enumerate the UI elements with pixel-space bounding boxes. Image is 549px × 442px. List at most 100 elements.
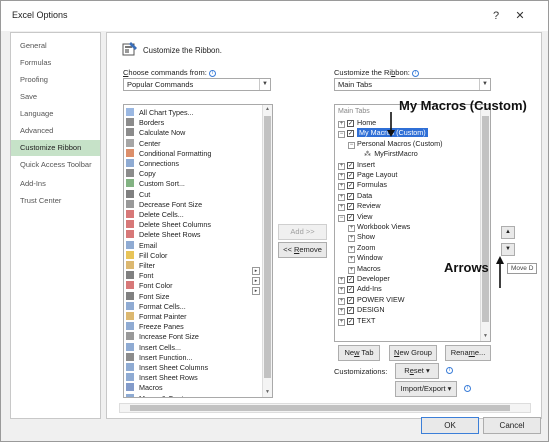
command-list-item[interactable]: Filter [126, 261, 155, 271]
tree-item[interactable]: + Window [348, 253, 383, 264]
tree-item[interactable]: + Macros [348, 264, 381, 274]
collapse-icon[interactable]: − [338, 131, 345, 139]
tab-checkbox[interactable]: ✓ [347, 161, 354, 169]
command-list-item[interactable]: Format Cells... [126, 301, 186, 312]
rename-button[interactable]: Rename... [445, 345, 491, 361]
expand-icon[interactable]: + [348, 235, 355, 243]
nav-item-advanced[interactable]: Advanced [11, 123, 100, 139]
close-button[interactable]: ✕ [509, 6, 531, 26]
tree-item[interactable]: + ✓ Formulas [338, 180, 387, 191]
commands-scrollbar[interactable]: ▲ ▼ [262, 105, 272, 397]
tree-item[interactable]: + ✓ POWER VIEW [338, 295, 405, 305]
command-list-item[interactable]: Font [126, 271, 153, 281]
nav-item-add-ins[interactable]: Add-Ins [11, 176, 100, 192]
command-list-item[interactable]: Borders [126, 118, 164, 128]
command-list-item[interactable]: Fill Color [126, 250, 167, 261]
customize-ribbon-dropdown[interactable]: Main Tabs ▼ [334, 78, 491, 91]
add-button[interactable]: Add >> [278, 224, 327, 240]
nav-item-formulas[interactable]: Formulas [11, 55, 100, 71]
reset-button[interactable]: Reset ▾ [395, 363, 439, 379]
command-list-item[interactable]: Insert Sheet Columns [126, 363, 208, 373]
scroll-thumb[interactable] [264, 116, 271, 378]
expand-icon[interactable]: + [338, 297, 345, 305]
tab-checkbox[interactable]: ✓ [347, 182, 354, 190]
tree-item[interactable]: + Zoom [348, 243, 375, 253]
tree-item[interactable]: ⁂ MyFirstMacro [358, 149, 418, 159]
command-list-item[interactable]: Macros [126, 383, 163, 393]
tree-item[interactable]: + ✓ TEXT [338, 316, 375, 326]
horizontal-scroll-thumb[interactable] [130, 405, 510, 411]
tab-checkbox[interactable]: ✓ [347, 203, 354, 211]
command-list-item[interactable]: Format Painter [126, 312, 187, 322]
expand-icon[interactable]: + [348, 245, 355, 253]
tree-item[interactable]: + ✓ Insert [338, 160, 375, 170]
scroll-down-icon[interactable]: ▼ [481, 332, 490, 341]
nav-item-trust-center[interactable]: Trust Center [11, 193, 100, 209]
remove-button[interactable]: << Remove [278, 242, 327, 258]
tree-item[interactable]: + ✓ DESIGN [338, 305, 385, 316]
tab-checkbox[interactable]: ✓ [347, 307, 354, 315]
import-export-button[interactable]: Import/Export ▾ [395, 381, 457, 397]
command-list-item[interactable]: All Chart Types... [126, 108, 194, 118]
choose-commands-dropdown[interactable]: Popular Commands ▼ [123, 78, 271, 91]
expand-icon[interactable]: + [338, 318, 345, 326]
command-list-item[interactable]: Center [126, 138, 161, 149]
tree-item[interactable]: + ✓ Data [338, 191, 372, 201]
nav-item-language[interactable]: Language [11, 106, 100, 122]
expand-icon[interactable]: + [338, 162, 345, 170]
expand-icon[interactable]: + [338, 173, 345, 180]
command-list-item[interactable]: Calculate Now [126, 128, 185, 138]
command-list-item[interactable]: Delete Sheet Columns [126, 220, 211, 230]
command-list-item[interactable]: Connections [126, 159, 179, 169]
collapse-icon[interactable]: − [338, 214, 345, 222]
nav-item-proofing[interactable]: Proofing [11, 72, 100, 88]
expand-icon[interactable]: + [348, 266, 355, 274]
command-list-item[interactable]: Insert Sheet Rows [126, 373, 198, 383]
expand-icon[interactable]: + [348, 225, 355, 232]
expand-icon[interactable]: + [338, 204, 345, 212]
command-list-item[interactable]: Delete Sheet Rows [126, 230, 201, 240]
tree-item[interactable]: − ✓ My Macros (Custom) [338, 128, 428, 139]
command-list-item[interactable]: Insert Cells... [126, 342, 181, 353]
cancel-button[interactable]: Cancel [483, 417, 541, 434]
expand-icon[interactable]: + [338, 193, 345, 201]
move-up-button[interactable]: ▲ [501, 226, 515, 239]
command-list-item[interactable]: Cut [126, 189, 150, 200]
panel-horizontal-scrollbar[interactable] [119, 403, 531, 413]
command-list-item[interactable]: Decrease Font Size [126, 199, 202, 210]
expand-icon[interactable]: + [338, 287, 345, 295]
expand-icon[interactable]: + [338, 183, 345, 191]
tab-checkbox[interactable]: ✓ [347, 276, 354, 283]
ok-button[interactable]: OK [421, 417, 479, 434]
tree-item[interactable]: + ✓ Home [338, 118, 376, 128]
nav-item-save[interactable]: Save [11, 89, 100, 105]
new-tab-button[interactable]: New Tab [338, 345, 380, 361]
commands-list[interactable]: All Chart Types... Borders Calculate Now Ce… [123, 104, 273, 398]
expand-icon[interactable]: + [338, 308, 345, 316]
nav-item-general[interactable]: General [11, 38, 100, 54]
tree-item[interactable]: − Personal Macros (Custom) [348, 139, 442, 149]
tab-checkbox[interactable]: ✓ [347, 213, 354, 221]
command-list-item[interactable]: Custom Sort... [126, 179, 185, 189]
tree-item[interactable]: + ✓ Developer [338, 274, 390, 284]
command-list-item[interactable]: Insert Function... [126, 352, 193, 363]
tab-checkbox[interactable]: ✓ [347, 296, 354, 304]
command-list-item[interactable]: Delete Cells... [126, 210, 184, 220]
tree-item[interactable]: + Workbook Views [348, 222, 410, 232]
help-button[interactable]: ? [485, 6, 507, 26]
expand-icon[interactable]: + [348, 256, 355, 264]
command-list-item[interactable]: Copy [126, 169, 156, 179]
new-group-button[interactable]: New Group [389, 345, 437, 361]
command-list-item[interactable]: Freeze Panes [126, 322, 184, 332]
nav-item-customize-ribbon[interactable]: Customize Ribbon [11, 140, 100, 156]
collapse-icon[interactable]: − [348, 141, 355, 149]
tab-checkbox[interactable]: ✓ [347, 317, 354, 325]
command-list-item[interactable]: Conditional Formatting [126, 148, 211, 159]
tree-item[interactable]: + ✓ Review [338, 201, 381, 212]
tab-checkbox[interactable]: ✓ [347, 172, 354, 179]
ribbon-tabs-tree[interactable]: Main Tabs + ✓ Home − ✓ My Macros (Custom) − Per… [334, 104, 491, 342]
scroll-thumb[interactable] [482, 116, 489, 322]
tree-item[interactable]: − ✓ View [338, 212, 372, 222]
command-list-item[interactable]: Increase Font Size [126, 332, 199, 342]
tree-item[interactable]: + ✓ Page Layout [338, 170, 397, 180]
